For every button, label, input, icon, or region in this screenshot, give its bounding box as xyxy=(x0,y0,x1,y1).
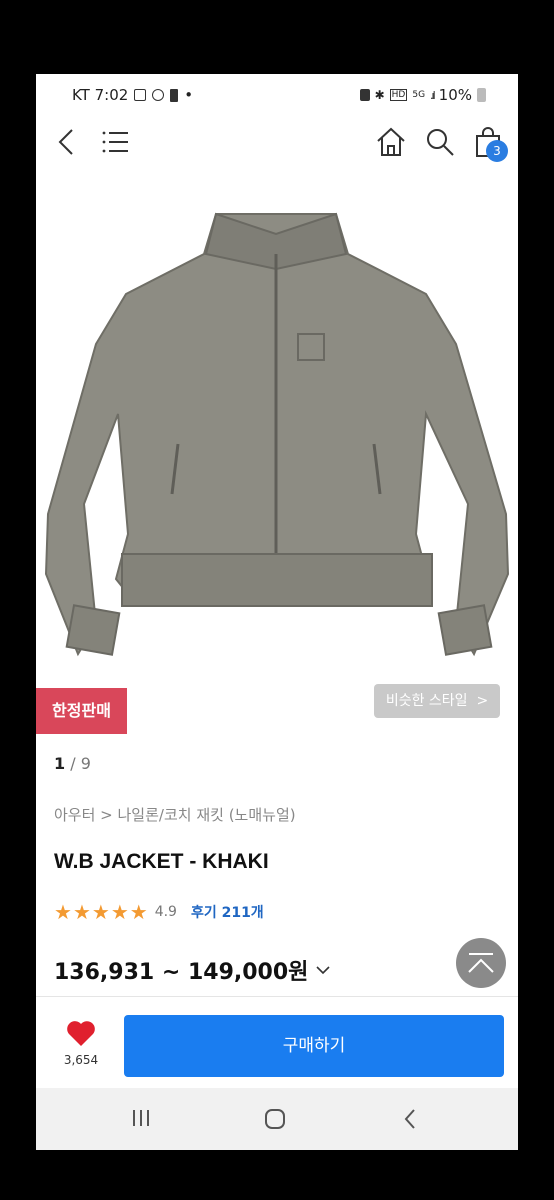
system-back-icon[interactable] xyxy=(402,1108,418,1130)
bottom-action-bar: 3,654 구매하기 xyxy=(36,996,518,1087)
battery-icon xyxy=(477,88,486,102)
alarm-icon xyxy=(359,89,370,101)
status-bar: KT 7:02 • ✱ HD 5G .ıl 10% xyxy=(36,74,518,116)
pager-current: 1 xyxy=(54,754,66,773)
rating-row: ★ ★ ★ ★ ★ 4.9 후기 211개 xyxy=(54,900,264,924)
arrow-up-icon xyxy=(468,953,494,973)
pager-total: 9 xyxy=(80,754,91,773)
home-button-icon[interactable] xyxy=(264,1108,286,1130)
phone-screen: KT 7:02 • ✱ HD 5G .ıl 10% 3 한정판매 비슷한 스타일… xyxy=(36,74,518,1150)
back-icon[interactable] xyxy=(52,126,84,158)
star-icon: ★ xyxy=(54,900,72,924)
like-count: 3,654 xyxy=(63,1053,99,1067)
breadcrumb[interactable]: 아우터 > 나일론/코치 재킷 (노매뉴얼) xyxy=(54,804,296,825)
like-button[interactable]: 3,654 xyxy=(56,1019,106,1067)
pager-separator: / xyxy=(70,754,81,773)
buy-button[interactable]: 구매하기 xyxy=(124,1015,504,1077)
chevron-right-icon: > xyxy=(472,693,489,709)
carrier-time: KT 7:02 xyxy=(72,86,129,104)
dot-icon: • xyxy=(184,86,194,104)
product-title: W.B JACKET - KHAKI xyxy=(54,850,269,873)
signal-icon: .ıl xyxy=(430,88,435,102)
notification-icon xyxy=(152,89,165,101)
gallery-icon xyxy=(134,89,147,101)
star-icon: ★ xyxy=(91,900,110,924)
battery-percent: 10% xyxy=(438,86,472,104)
android-nav-bar xyxy=(36,1088,518,1150)
hd-icon: HD xyxy=(389,89,408,101)
similar-style-label: 비슷한 스타일 xyxy=(385,693,468,709)
reviews-link[interactable]: 후기 211개 xyxy=(191,902,264,922)
star-icon: ★ xyxy=(129,900,148,924)
cart-count-badge: 3 xyxy=(486,140,508,162)
image-pager: 1 / 9 xyxy=(54,754,91,773)
star-icon: ★ xyxy=(72,900,91,924)
chevron-down-icon[interactable] xyxy=(316,963,330,977)
heart-icon xyxy=(67,1021,95,1046)
recent-apps-icon[interactable] xyxy=(130,1108,152,1128)
price-row[interactable]: 136,931 ~ 149,000원 xyxy=(54,954,330,986)
search-icon[interactable] xyxy=(424,126,456,158)
menu-icon[interactable] xyxy=(100,126,132,158)
network-label: 5G xyxy=(412,90,426,100)
price: 136,931 ~ 149,000원 xyxy=(54,960,309,985)
rating-value: 4.9 xyxy=(154,904,177,920)
similar-style-button[interactable]: 비슷한 스타일 > xyxy=(374,684,500,718)
limited-sale-badge: 한정판매 xyxy=(36,688,127,734)
star-icon: ★ xyxy=(110,900,129,924)
product-image[interactable] xyxy=(36,184,518,724)
battery-alert-icon xyxy=(170,88,179,102)
home-icon[interactable] xyxy=(375,126,407,158)
bluetooth-icon: ✱ xyxy=(374,88,385,102)
top-nav: 3 xyxy=(36,118,518,166)
scroll-top-button[interactable] xyxy=(456,938,506,988)
